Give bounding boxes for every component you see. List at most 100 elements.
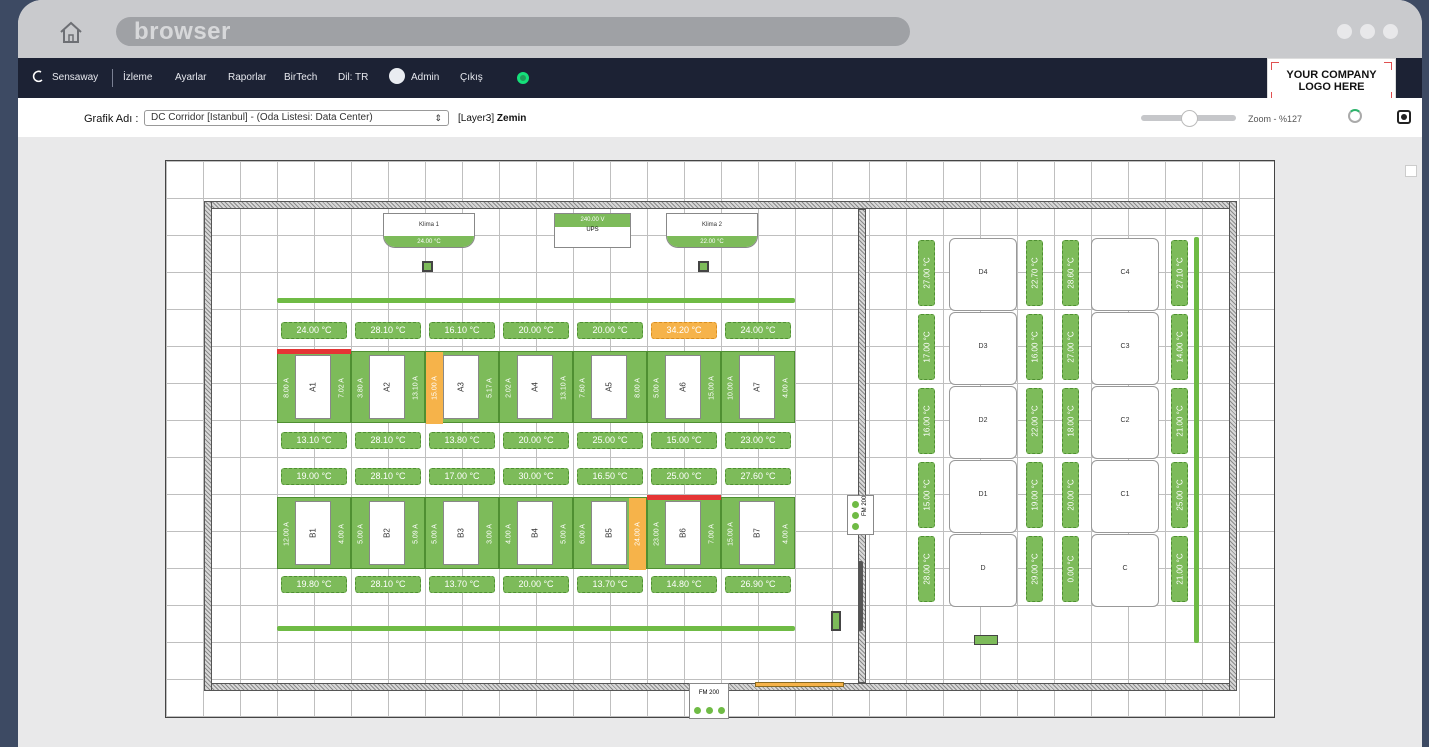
temperature-sensor[interactable]: 22.00 °C [1026, 388, 1043, 454]
current-reading[interactable]: 24.00 A [629, 498, 646, 570]
temperature-sensor[interactable]: 19.00 °C [1026, 462, 1043, 528]
rack-c[interactable]: C1 [1091, 460, 1159, 533]
zoom-slider-handle[interactable] [1180, 110, 1198, 127]
current-reading[interactable]: 7.00 A [703, 498, 720, 570]
temperature-sensor[interactable]: 25.00 °C [577, 432, 643, 449]
temperature-sensor[interactable]: 25.00 °C [651, 468, 717, 485]
temperature-sensor[interactable]: 26.90 °C [725, 576, 791, 593]
nav-item-language[interactable]: Dil: TR [338, 72, 368, 83]
current-reading[interactable]: 4.00 A [777, 352, 794, 424]
fm200-unit[interactable]: FM 200 [689, 683, 729, 719]
current-reading[interactable]: 7.02 A [333, 352, 350, 424]
current-reading[interactable]: 5.00 A [648, 352, 665, 424]
ac-unit[interactable]: Klima 2 22.00 °C [666, 213, 758, 248]
temperature-sensor[interactable]: 15.00 °C [918, 462, 935, 528]
temperature-sensor[interactable]: 14.80 °C [651, 576, 717, 593]
temperature-sensor[interactable]: 21.00 °C [1171, 388, 1188, 454]
current-reading[interactable]: 5.00 A [352, 498, 369, 570]
current-reading[interactable]: 5.17 A [481, 352, 498, 424]
rack-c[interactable]: C4 [1091, 238, 1159, 311]
temperature-sensor[interactable]: 16.50 °C [577, 468, 643, 485]
temperature-sensor[interactable]: 17.00 °C [429, 468, 495, 485]
window-dot[interactable] [1383, 24, 1398, 39]
current-reading[interactable]: 12.00 A [278, 498, 295, 570]
ac-sensor-icon[interactable] [698, 261, 709, 272]
nav-item-raporlar[interactable]: Raporlar [228, 72, 266, 83]
temperature-sensor[interactable]: 23.00 °C [725, 432, 791, 449]
temperature-sensor[interactable]: 28.10 °C [355, 322, 421, 339]
rack-c[interactable]: C [1091, 534, 1159, 607]
current-reading[interactable]: 2.02 A [500, 352, 517, 424]
current-reading[interactable]: 4.00 A [333, 498, 350, 570]
fm200-unit[interactable]: FM 200 [847, 495, 874, 535]
temperature-sensor[interactable]: 29.00 °C [1026, 536, 1043, 602]
rack-a7[interactable]: A7 10.00 A 4.00 A [721, 351, 795, 423]
ups-unit[interactable]: 240.00 V UPS [554, 213, 631, 248]
temperature-sensor[interactable]: 16.00 °C [1026, 314, 1043, 380]
current-reading[interactable]: 5.00 A [555, 498, 572, 570]
refresh-icon[interactable] [1348, 109, 1362, 123]
current-reading[interactable]: 15.00 A [722, 498, 739, 570]
rack-d[interactable]: D4 [949, 238, 1017, 311]
temperature-sensor[interactable]: 28.10 °C [355, 468, 421, 485]
current-reading[interactable]: 13.10 A [407, 352, 424, 424]
temperature-sensor[interactable]: 25.00 °C [1171, 462, 1188, 528]
temperature-sensor[interactable]: 16.10 °C [429, 322, 495, 339]
home-icon[interactable] [58, 19, 84, 45]
rack-b5[interactable]: B5 6.00 A 24.00 A [573, 497, 647, 570]
temperature-sensor[interactable]: 16.00 °C [918, 388, 935, 454]
temperature-sensor[interactable]: 22.70 °C [1026, 240, 1043, 306]
temperature-sensor[interactable]: 27.00 °C [918, 240, 935, 306]
address-bar[interactable]: browser [116, 17, 910, 46]
nav-item-ayarlar[interactable]: Ayarlar [175, 72, 207, 83]
temperature-sensor[interactable]: 28.60 °C [1062, 240, 1079, 306]
temperature-sensor[interactable]: 28.10 °C [355, 432, 421, 449]
rack-b3[interactable]: B3 5.00 A 3.00 A [425, 497, 499, 569]
temperature-sensor[interactable]: 28.10 °C [355, 576, 421, 593]
temperature-sensor[interactable]: 14.00 °C [1171, 314, 1188, 380]
temperature-sensor[interactable]: 17.00 °C [918, 314, 935, 380]
current-reading[interactable]: 8.00 A [278, 352, 295, 424]
current-reading[interactable]: 23.00 A [648, 498, 665, 570]
window-dot[interactable] [1360, 24, 1375, 39]
rack-c[interactable]: C3 [1091, 312, 1159, 385]
current-reading[interactable]: 15.00 A [703, 352, 720, 424]
rack-a5[interactable]: A5 7.60 A 8.00 A [573, 351, 647, 423]
temperature-sensor[interactable]: 13.80 °C [429, 432, 495, 449]
rack-a1[interactable]: A1 8.00 A 7.02 A [277, 351, 351, 423]
rack-b2[interactable]: B2 5.00 A 5.09 A [351, 497, 425, 569]
rack-b7[interactable]: B7 15.00 A 4.00 A [721, 497, 795, 569]
brand-name[interactable]: Sensaway [52, 72, 98, 83]
temperature-sensor[interactable]: 24.00 °C [725, 322, 791, 339]
temperature-sensor[interactable]: 20.00 °C [577, 322, 643, 339]
ac-sensor-icon[interactable] [422, 261, 433, 272]
temperature-sensor[interactable]: 13.10 °C [281, 432, 347, 449]
temperature-sensor[interactable]: 20.00 °C [503, 432, 569, 449]
current-reading[interactable]: 5.00 A [426, 498, 443, 570]
nav-item-izleme[interactable]: İzleme [123, 72, 152, 83]
current-reading[interactable]: 3.00 A [481, 498, 498, 570]
current-reading[interactable]: 13.10 A [555, 352, 572, 424]
rack-d[interactable]: D3 [949, 312, 1017, 385]
temperature-sensor[interactable]: 27.10 °C [1171, 240, 1188, 306]
rack-a6[interactable]: A6 5.00 A 15.00 A [647, 351, 721, 423]
nav-item-birtech[interactable]: BirTech [284, 72, 317, 83]
graphic-select[interactable]: DC Corridor [Istanbul] - (Oda Listesi: D… [144, 110, 449, 126]
temperature-sensor[interactable]: 20.00 °C [503, 322, 569, 339]
current-reading[interactable]: 8.00 A [629, 352, 646, 424]
rack-b4[interactable]: B4 4.00 A 5.00 A [499, 497, 573, 569]
rack-a4[interactable]: A4 2.02 A 13.10 A [499, 351, 573, 423]
current-reading[interactable]: 5.09 A [407, 498, 424, 570]
rack-c[interactable]: C2 [1091, 386, 1159, 459]
temperature-sensor[interactable]: 20.00 °C [503, 576, 569, 593]
temperature-sensor[interactable]: 0.00 °C [1062, 536, 1079, 602]
rack-d[interactable]: D2 [949, 386, 1017, 459]
rack-d[interactable]: D1 [949, 460, 1017, 533]
temperature-sensor[interactable]: 13.70 °C [577, 576, 643, 593]
rack-a2[interactable]: A2 3.80 A 13.10 A [351, 351, 425, 423]
temperature-sensor[interactable]: 18.00 °C [1062, 388, 1079, 454]
nav-item-user[interactable]: Admin [411, 72, 439, 83]
ac-unit[interactable]: Klima 1 24.00 °C [383, 213, 475, 248]
temperature-sensor[interactable]: 15.00 °C [651, 432, 717, 449]
rack-d[interactable]: D [949, 534, 1017, 607]
